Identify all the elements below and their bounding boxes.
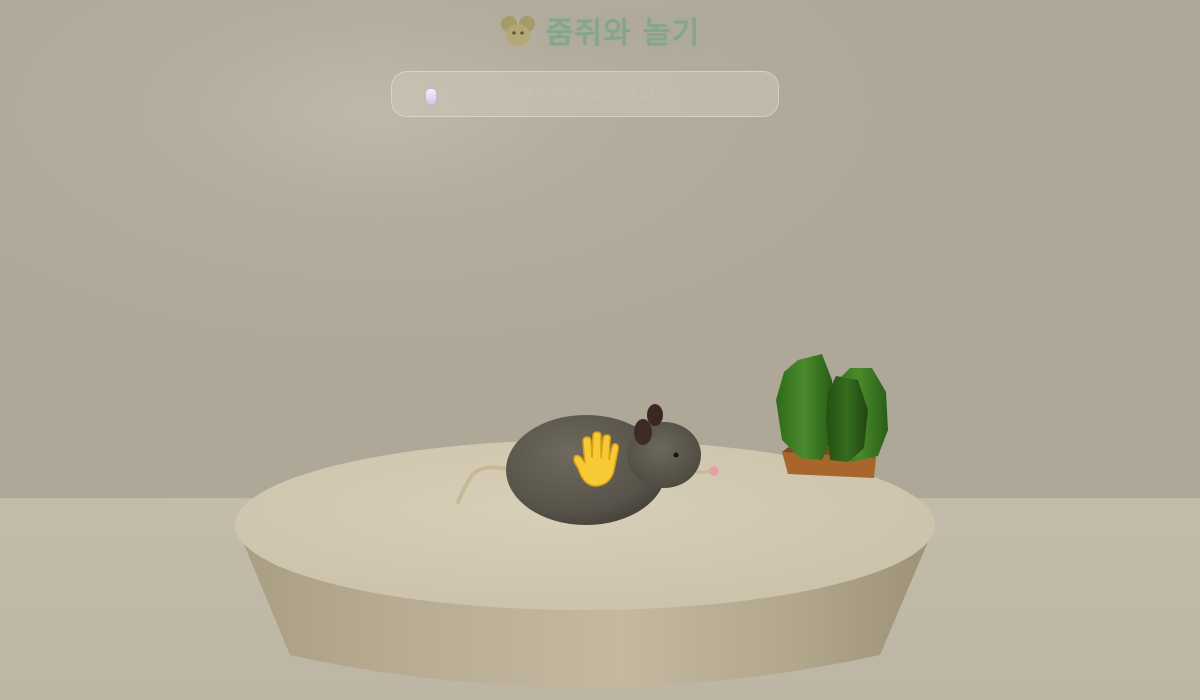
instruction-text: 아이템을 클릭해서 줌쥐와 놀아주세요! [446, 87, 655, 102]
title-text: 줌쥐와 놀기 [545, 16, 701, 51]
computer-mouse-icon [425, 88, 437, 105]
open-hand-icon [573, 431, 619, 487]
cactus-plant[interactable] [776, 354, 888, 478]
instruction-banner: 아이템을 클릭해서 줌쥐와 놀아주세요! [391, 71, 779, 117]
game-scene[interactable]: 줌쥐와 놀기 아이템을 클릭해서 줌쥐와 놀아주세요! [0, 0, 1200, 700]
page-title: 줌쥐와 놀기 [0, 8, 1200, 52]
mouse-head-icon [500, 16, 535, 46]
